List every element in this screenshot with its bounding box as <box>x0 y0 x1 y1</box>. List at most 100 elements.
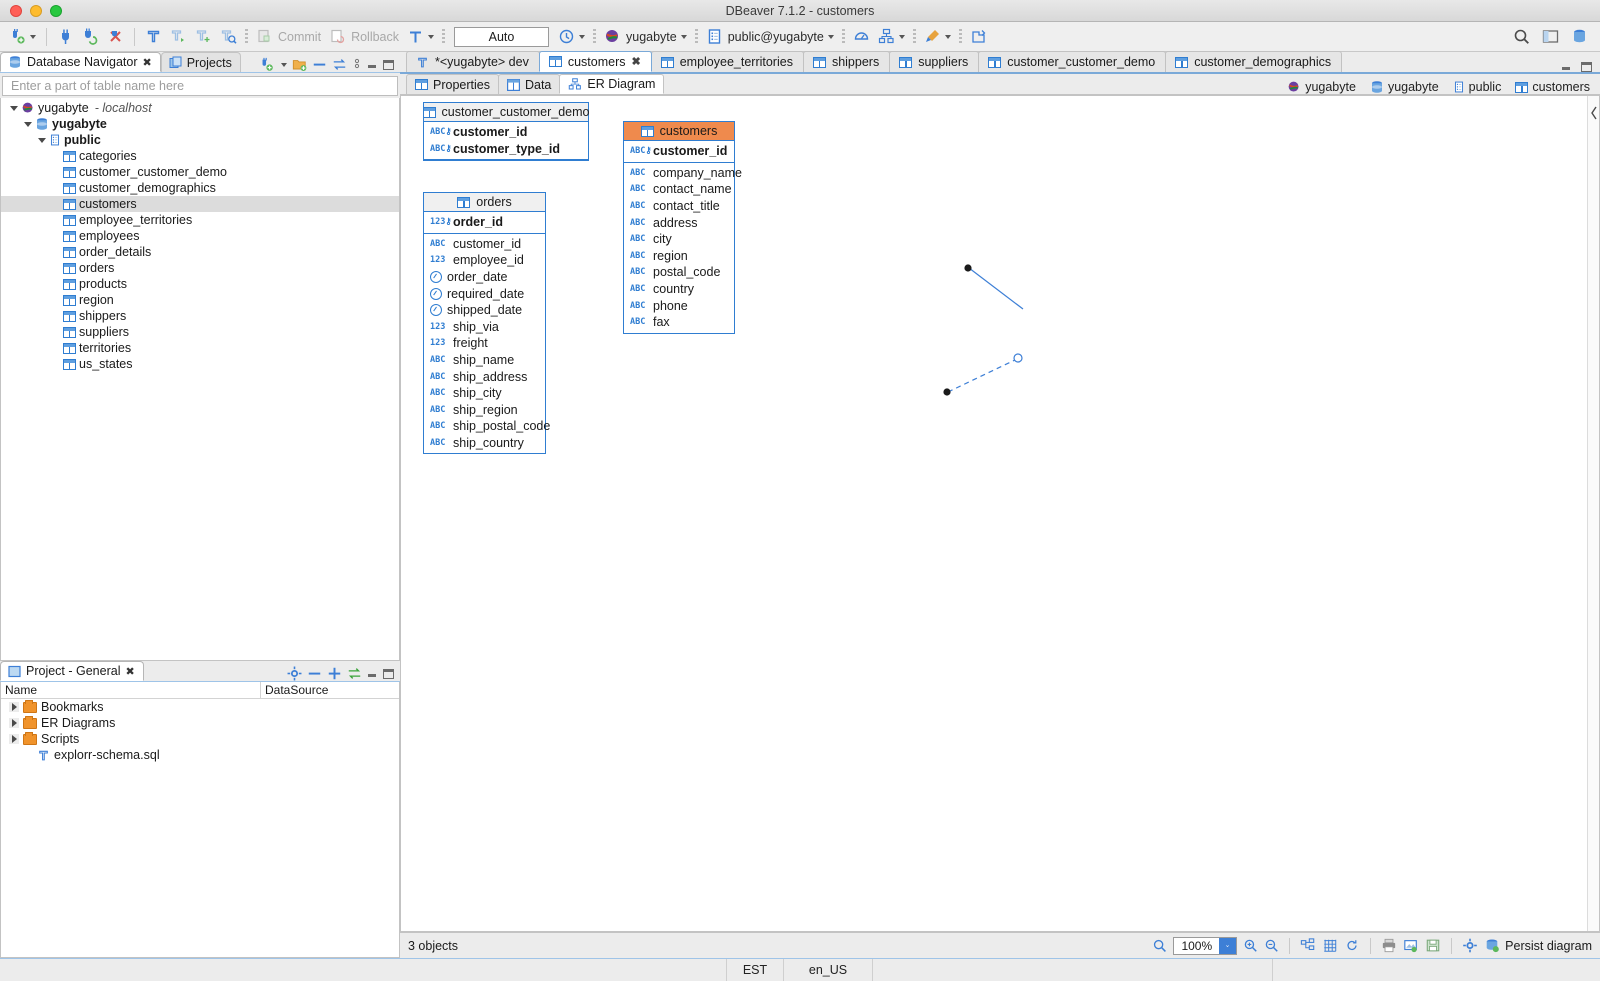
chevron-down-icon[interactable] <box>899 35 905 39</box>
tree-item-public[interactable]: public <box>1 132 399 148</box>
editor-tab-customer_customer_demo[interactable]: customer_customer_demo <box>978 51 1166 72</box>
tab-projects[interactable]: Projects <box>161 52 241 72</box>
link-editor-icon[interactable] <box>332 57 347 72</box>
project-item-scripts[interactable]: Scripts <box>1 731 399 747</box>
window-controls[interactable] <box>0 5 62 17</box>
tree-item-employee_territories[interactable]: employee_territories <box>1 212 399 228</box>
minimize-view-icon[interactable] <box>367 669 378 679</box>
er-column-order_id[interactable]: 123⚷order_id <box>424 214 545 231</box>
er-column-ship_via[interactable]: 123ship_via <box>424 319 545 336</box>
er-column-ship_postal_code[interactable]: ABCship_postal_code <box>424 418 545 435</box>
maximize-editor-icon[interactable] <box>1581 62 1592 72</box>
tree-item-order_details[interactable]: order_details <box>1 244 399 260</box>
tree-item-customer_demographics[interactable]: customer_demographics <box>1 180 399 196</box>
tree-item-orders[interactable]: orders <box>1 260 399 276</box>
tree-item-suppliers[interactable]: suppliers <box>1 324 399 340</box>
breadcrumb-connection[interactable]: yugabyte <box>1287 80 1356 94</box>
er-column-freight[interactable]: 123freight <box>424 335 545 352</box>
er-column-customer_id[interactable]: ABC⚷customer_id <box>624 143 734 160</box>
er-table-header[interactable]: orders <box>424 193 545 212</box>
rollback-button[interactable]: Rollback <box>326 25 402 49</box>
new-connection-icon[interactable] <box>259 57 274 72</box>
er-column-address[interactable]: ABCaddress <box>624 214 734 231</box>
chevron-down-icon[interactable] <box>1219 938 1236 954</box>
maximize-window-button[interactable] <box>50 5 62 17</box>
dashboard-button[interactable] <box>850 25 873 49</box>
editor-tab-employee_territories[interactable]: employee_territories <box>651 51 804 72</box>
tree-item-us_states[interactable]: us_states <box>1 356 399 372</box>
er-column-ship_region[interactable]: ABCship_region <box>424 402 545 419</box>
search-input[interactable] <box>9 78 391 94</box>
tree-item-products[interactable]: products <box>1 276 399 292</box>
editor-tab-suppliers[interactable]: suppliers <box>889 51 979 72</box>
breadcrumb-database[interactable]: yugabyte <box>1370 80 1439 94</box>
er-column-customer_id[interactable]: ABC⚷customer_id <box>424 124 588 141</box>
disconnect-button[interactable] <box>104 25 127 49</box>
gear-icon[interactable] <box>1462 938 1478 953</box>
er-column-shipped_date[interactable]: shipped_date <box>424 302 545 319</box>
project-item-bookmarks[interactable]: Bookmarks <box>1 699 399 715</box>
tree-item-employees[interactable]: employees <box>1 228 399 244</box>
er-column-contact_name[interactable]: ABCcontact_name <box>624 181 734 198</box>
database-tree[interactable]: yugabyte- localhostyugabytepubliccategor… <box>0 98 400 661</box>
project-item-er-diagrams[interactable]: ER Diagrams <box>1 715 399 731</box>
execute-script-button[interactable] <box>167 25 190 49</box>
er-column-order_date[interactable]: order_date <box>424 269 545 286</box>
er-table-customer_customer_demo[interactable]: customer_customer_demo ABC⚷customer_idABC… <box>423 102 589 161</box>
tab-project-general[interactable]: Project - General ✖ <box>0 661 144 681</box>
save-diagram-icon[interactable] <box>1425 938 1441 953</box>
er-column-postal_code[interactable]: ABCpostal_code <box>624 264 734 281</box>
find-script-button[interactable] <box>217 25 240 49</box>
chevron-down-icon[interactable] <box>37 135 47 145</box>
collapse-all-icon[interactable] <box>307 666 322 681</box>
minimize-editor-icon[interactable] <box>1561 62 1572 72</box>
transaction-log-button[interactable] <box>555 25 588 49</box>
toggle-grid-icon[interactable] <box>1322 938 1338 953</box>
tree-item-region[interactable]: region <box>1 292 399 308</box>
refresh-connection-button[interactable] <box>79 25 102 49</box>
chevron-down-icon[interactable] <box>579 35 585 39</box>
collapse-panel-arrow[interactable] <box>1589 104 1600 122</box>
new-sql-editor-button[interactable] <box>192 25 215 49</box>
er-column-customer_type_id[interactable]: ABC⚷customer_type_id <box>424 141 588 158</box>
maximize-view-icon[interactable] <box>383 60 394 70</box>
tree-item-yugabyte[interactable]: yugabyte- localhost <box>1 100 399 116</box>
table-filter-box[interactable] <box>2 76 398 96</box>
theme-button[interactable] <box>921 25 954 49</box>
canvas-scrollbar[interactable] <box>1587 96 1599 931</box>
active-schema-select[interactable]: public@yugabyte <box>703 25 837 49</box>
connect-button[interactable] <box>54 25 77 49</box>
chevron-down-icon[interactable] <box>30 35 36 39</box>
close-icon[interactable]: ✖ <box>631 55 640 68</box>
zoom-fit-icon[interactable] <box>1152 938 1167 953</box>
auto-layout-icon[interactable] <box>1300 938 1316 953</box>
refresh-diagram-icon[interactable] <box>1344 938 1360 953</box>
chevron-right-icon[interactable] <box>9 702 19 712</box>
er-column-region[interactable]: ABCregion <box>624 248 734 265</box>
project-item-explorr-schema.sql[interactable]: explorr-schema.sql <box>1 747 399 763</box>
er-column-country[interactable]: ABCcountry <box>624 281 734 298</box>
commit-button[interactable]: Commit <box>253 25 324 49</box>
er-table-customers[interactable]: customersABC⚷customer_idABCcompany_nameA… <box>623 121 735 334</box>
er-column-customer_id[interactable]: ABCcustomer_id <box>424 236 545 253</box>
breadcrumb-schema[interactable]: public <box>1453 80 1502 94</box>
timezone-indicator[interactable]: EST <box>727 959 784 981</box>
active-connection-select[interactable]: yugabyte <box>601 25 690 49</box>
zoom-in-icon[interactable] <box>1243 938 1258 953</box>
close-window-button[interactable] <box>10 5 22 17</box>
er-column-company_name[interactable]: ABCcompany_name <box>624 165 734 182</box>
tab-er-diagram[interactable]: ER Diagram <box>559 74 664 94</box>
minimize-window-button[interactable] <box>30 5 42 17</box>
er-table-orders[interactable]: orders123⚷order_idABCcustomer_id123emplo… <box>423 192 546 454</box>
er-column-required_date[interactable]: required_date <box>424 285 545 302</box>
tree-item-shippers[interactable]: shippers <box>1 308 399 324</box>
chevron-down-icon[interactable] <box>23 119 33 129</box>
database-perspective-icon[interactable] <box>1571 28 1588 45</box>
locale-indicator[interactable]: en_US <box>784 959 873 981</box>
editor-tab---yugabyte--dev[interactable]: *<yugabyte> dev <box>406 51 540 72</box>
chevron-right-icon[interactable] <box>9 734 19 744</box>
chevron-down-icon[interactable] <box>281 63 287 67</box>
print-icon[interactable] <box>1381 938 1397 953</box>
er-table-header[interactable]: customer_customer_demo <box>424 103 588 122</box>
export-image-icon[interactable] <box>1403 938 1419 953</box>
